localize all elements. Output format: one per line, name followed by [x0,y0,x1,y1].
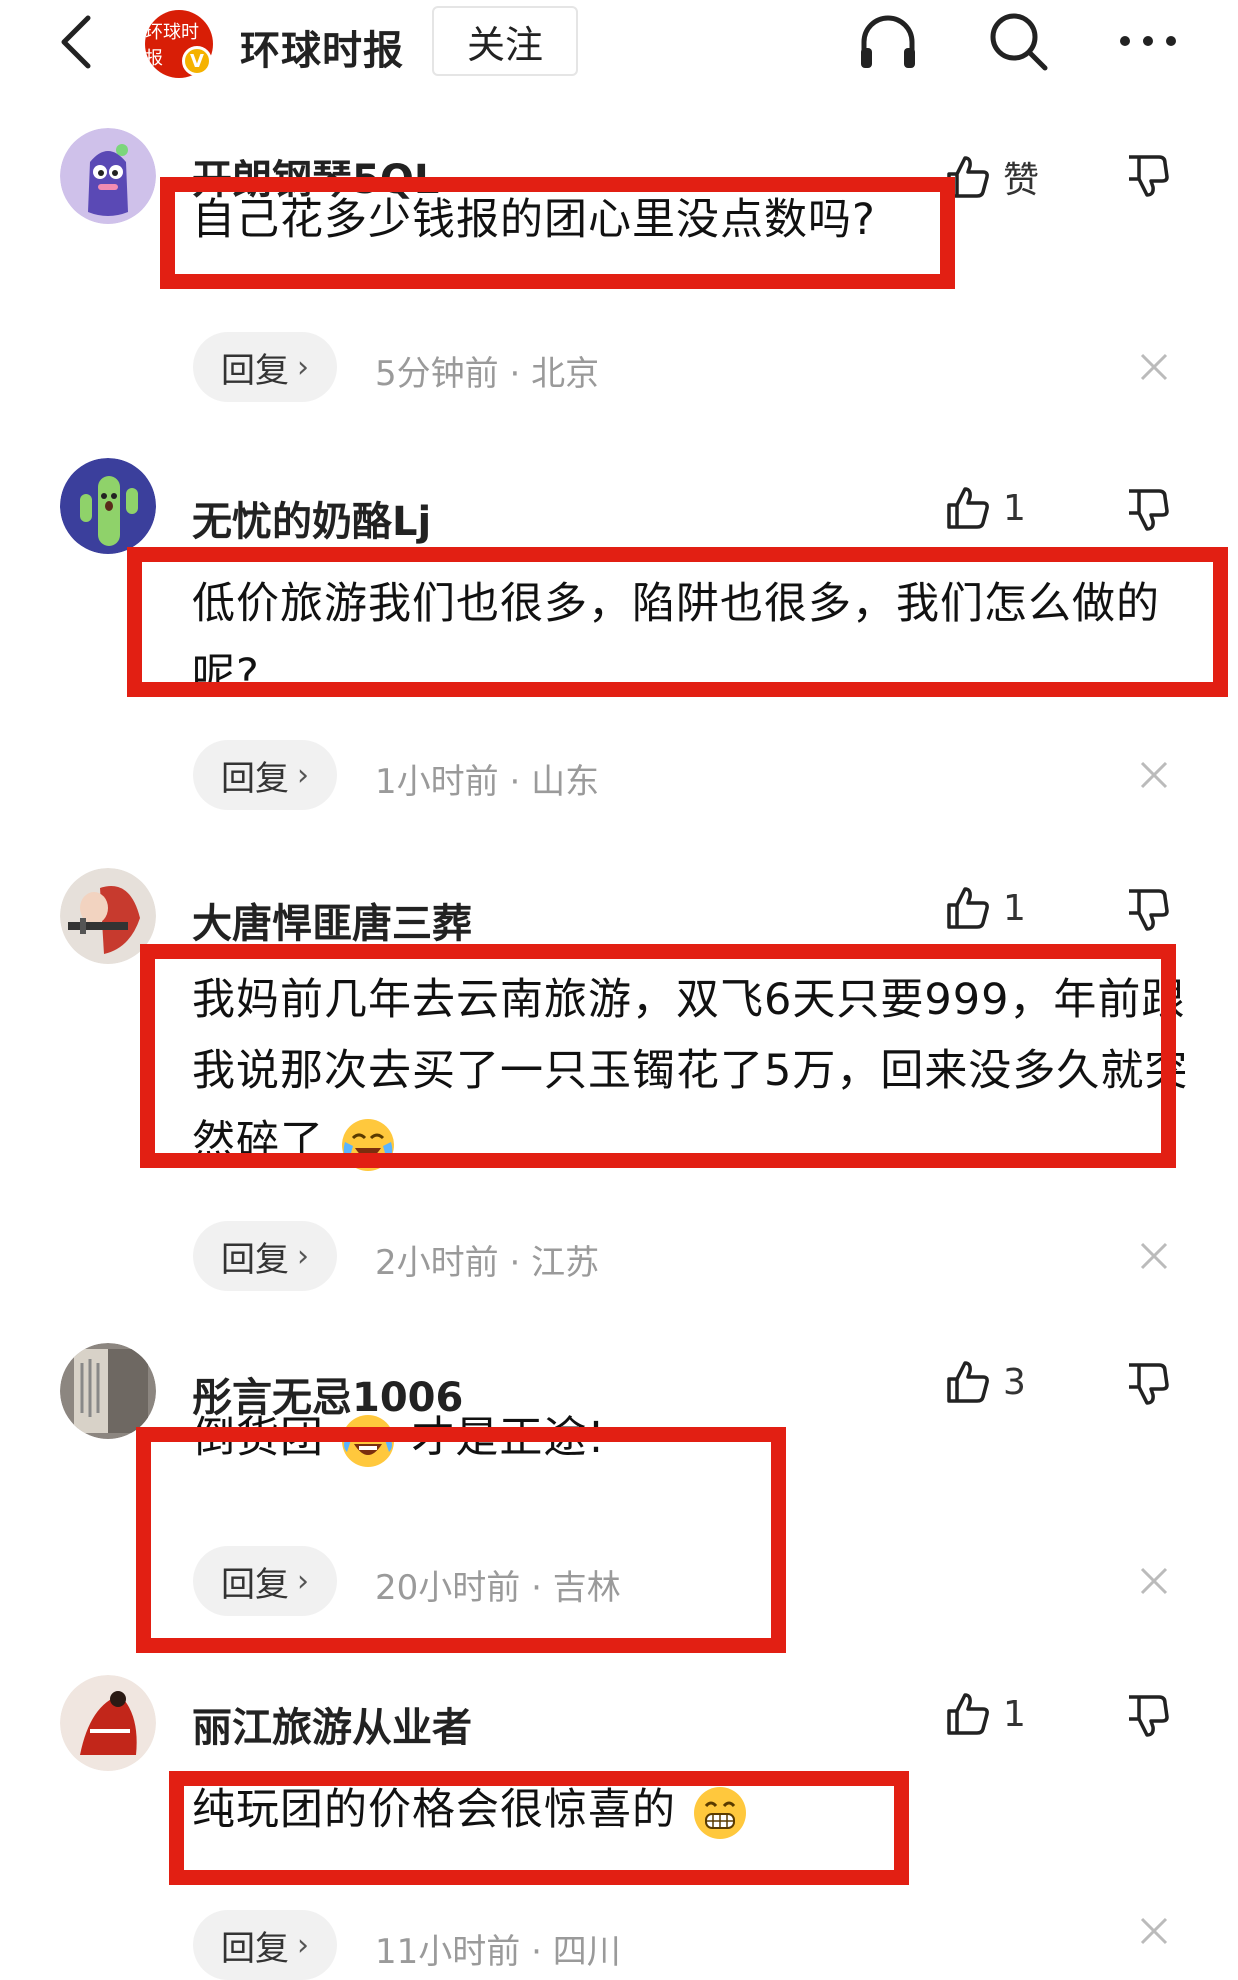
comment-text: 自己花多少钱报的团心里没点数吗? [192,195,876,245]
reply-button[interactable]: 回复 › [193,740,337,810]
close-icon[interactable] [1136,757,1172,793]
comment-text: 低价旅游我们也很多，陷阱也很多，我们怎么做的呢? [192,579,1160,700]
chevron-right-icon: › [297,757,309,793]
like-button[interactable]: 赞 [945,151,1039,203]
comment-item: 大唐悍匪唐三葬 1 我妈前几年去云南旅游，双飞6天只要999，年前跟我说那次去买… [0,865,1238,1315]
top-bar: 环球时报 V 环球时报 关注 [0,0,1238,90]
comment-time: 1小时前 [375,762,499,802]
comment-time: 5分钟前 [375,354,499,394]
user-name[interactable]: 无忧的奶酪Lj [192,489,431,547]
thumbs-up-icon [947,487,989,529]
comment-meta: 5分钟前 · 北京 [375,354,600,394]
chevron-right-icon: › [297,1927,309,1963]
thumbs-down-icon[interactable] [1125,487,1171,533]
comment-text-after: 才是正途! [411,1413,606,1463]
reply-button[interactable]: 回复 › [193,332,337,402]
like-count: 1 [1003,887,1026,929]
thumbs-up-icon [947,1361,989,1403]
like-count: 赞 [1003,160,1040,201]
comment-location: 吉林 [552,1568,621,1608]
back-icon[interactable] [52,12,102,72]
comment-item: 彤言无忌1006 3 倒货团 才是正途! 回复 › 20小时前 · 吉林 [0,1343,1238,1653]
more-icon[interactable] [1115,8,1181,74]
comment-item: 无忧的奶酪Lj 1 低价旅游我们也很多，陷阱也很多，我们怎么做的呢? 回复 › 1… [0,455,1238,815]
comment-location: 江苏 [531,1243,600,1283]
chevron-right-icon: › [297,349,309,385]
like-count: 3 [1003,1361,1026,1403]
user-avatar[interactable] [60,1675,156,1771]
thumbs-down-icon[interactable] [1125,1693,1171,1739]
comment-time: 2小时前 [375,1243,499,1283]
comment-location: 四川 [552,1932,621,1972]
close-icon[interactable] [1136,349,1172,385]
like-button[interactable]: 3 [945,1359,1026,1405]
search-icon[interactable] [985,8,1051,74]
like-button[interactable]: 1 [945,885,1026,931]
user-name[interactable]: 丽江旅游从业者 [192,1695,472,1753]
thumbs-up-icon [947,1693,989,1735]
comment-meta: 11小时前 · 四川 [375,1932,621,1972]
like-button[interactable]: 1 [945,485,1026,531]
chevron-right-icon: › [297,1238,309,1274]
follow-button[interactable]: 关注 [432,6,578,76]
reply-label: 回复 [221,350,289,391]
comment-location: 山东 [531,762,600,802]
grinning-emoji-icon [693,1786,746,1839]
comment-text: 纯玩团的价格会很惊喜的 [192,1775,892,1846]
headphones-icon[interactable] [855,8,921,74]
comment-text-before: 倒货团 [192,1413,324,1463]
like-count: 1 [1003,1693,1026,1735]
comment-item: 开朗钢琴5QL 赞 自己花多少钱报的团心里没点数吗? 回复 › 5分钟前 · 北京 [0,125,1238,425]
thumbs-down-icon[interactable] [1125,1361,1171,1407]
user-avatar[interactable] [60,1343,156,1439]
close-icon[interactable] [1136,1913,1172,1949]
user-avatar[interactable] [60,868,156,964]
verified-badge: V [182,46,212,76]
reply-button[interactable]: 回复 › [193,1546,337,1616]
channel-name[interactable]: 环球时报 [240,18,404,76]
comment-text: 我妈前几年去云南旅游，双飞6天只要999，年前跟我说那次去买了一只玉镯花了5万，… [192,965,1192,1178]
thumbs-down-icon[interactable] [1125,887,1171,933]
close-icon[interactable] [1136,1238,1172,1274]
user-avatar[interactable] [60,128,156,224]
chevron-right-icon: › [297,1563,309,1599]
close-icon[interactable] [1136,1563,1172,1599]
reply-button[interactable]: 回复 › [193,1221,337,1291]
comment-meta: 1小时前 · 山东 [375,762,600,802]
thumbs-up-icon [947,887,989,929]
user-name[interactable]: 大唐悍匪唐三葬 [192,891,472,949]
reply-button[interactable]: 回复 › [193,1910,337,1980]
like-count: 1 [1003,487,1026,529]
tears-of-joy-emoji-icon [341,1414,394,1467]
reply-label: 回复 [221,1928,289,1969]
crying-laughing-emoji-icon [341,1118,394,1171]
comment-time: 11小时前 [375,1932,521,1972]
like-button[interactable]: 1 [945,1691,1026,1737]
user-avatar[interactable] [60,458,156,554]
comment-time: 20小时前 [375,1568,521,1608]
comment-meta: 2小时前 · 江苏 [375,1243,600,1283]
comment-meta: 20小时前 · 吉林 [375,1568,621,1608]
reply-label: 回复 [221,1564,289,1605]
thumbs-down-icon[interactable] [1125,153,1171,199]
comment-location: 北京 [531,354,600,394]
comment-item: 丽江旅游从业者 1 纯玩团的价格会很惊喜的 回复 › 11小时前 · 四川 [0,1675,1238,1980]
reply-label: 回复 [221,758,289,799]
comment-text: 倒货团 才是正途! [192,1403,792,1474]
comment-text-body: 纯玩团的价格会很惊喜的 [192,1785,676,1835]
reply-label: 回复 [221,1239,289,1280]
